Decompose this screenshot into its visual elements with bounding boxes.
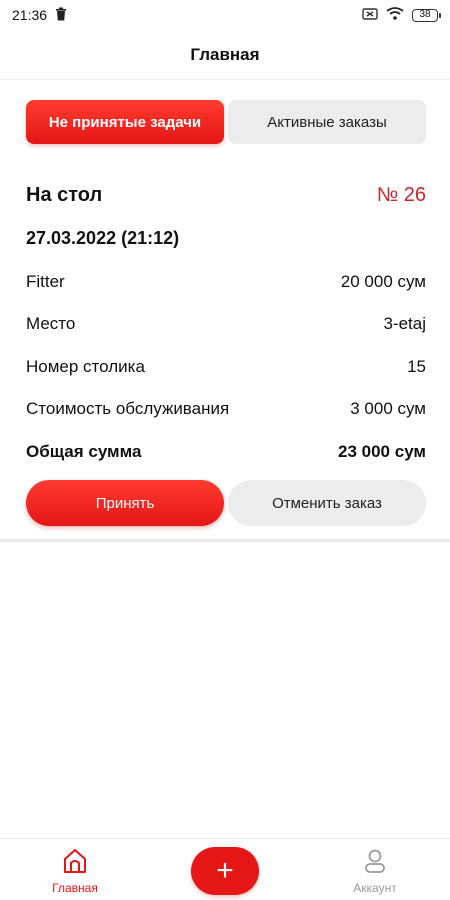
nav-home[interactable]: Главная bbox=[30, 847, 120, 895]
order-actions: Принять Отменить заказ bbox=[26, 480, 426, 526]
detail-label: Общая сумма bbox=[26, 442, 142, 461]
cancel-button-label: Отменить заказ bbox=[272, 494, 382, 512]
nav-account-label: Аккаунт bbox=[353, 881, 397, 895]
detail-row-total: Общая сумма 23 000 сум bbox=[26, 442, 426, 462]
page-title: Главная bbox=[190, 44, 260, 64]
cancel-order-button[interactable]: Отменить заказ bbox=[228, 480, 426, 526]
detail-label: Fitter bbox=[26, 272, 65, 291]
bottom-navigation: Главная + Аккаунт bbox=[0, 838, 450, 900]
nav-account[interactable]: Аккаунт bbox=[330, 847, 420, 895]
detail-label: Номер столика bbox=[26, 357, 145, 376]
plus-icon: + bbox=[216, 854, 234, 887]
home-icon bbox=[61, 847, 89, 878]
order-date-row: 27.03.2022 (21:12) bbox=[26, 228, 426, 249]
tab-label: Активные заказы bbox=[267, 113, 387, 131]
detail-value: 3 000 сум bbox=[350, 399, 426, 418]
detail-value: 3-etaj bbox=[383, 314, 426, 333]
accept-button[interactable]: Принять bbox=[26, 480, 224, 526]
detail-row-place: Место 3-etaj bbox=[26, 314, 426, 334]
wifi-icon bbox=[386, 7, 404, 23]
detail-row-item: Fitter 20 000 сум bbox=[26, 272, 426, 292]
user-icon bbox=[361, 847, 389, 878]
status-bar: 21:36 38 bbox=[0, 0, 450, 30]
order-card: На стол № 26 27.03.2022 (21:12) Fitter 2… bbox=[0, 160, 450, 542]
add-button[interactable]: + bbox=[191, 847, 259, 895]
order-number: № 26 bbox=[376, 184, 426, 206]
status-time: 21:36 bbox=[12, 7, 48, 23]
detail-label: Место bbox=[26, 314, 76, 333]
status-bar-right: 38 bbox=[362, 7, 441, 23]
detail-row-table-number: Номер столика 15 bbox=[26, 357, 426, 377]
order-title: На стол bbox=[26, 184, 103, 206]
sim-icon bbox=[362, 7, 378, 23]
app-bar: Главная bbox=[0, 30, 450, 80]
detail-value: 15 bbox=[407, 357, 426, 376]
battery-level: 38 bbox=[419, 9, 431, 20]
order-header: На стол № 26 bbox=[26, 184, 426, 207]
detail-value: 20 000 сум bbox=[340, 272, 426, 291]
battery-icon: 38 bbox=[412, 8, 441, 22]
nav-home-label: Главная bbox=[52, 881, 98, 895]
tab-label: Не принятые задачи bbox=[48, 113, 202, 131]
accept-button-label: Принять bbox=[95, 494, 155, 512]
order-date: 27.03.2022 (21:12) bbox=[26, 228, 180, 248]
tab-active-orders[interactable]: Активные заказы bbox=[228, 100, 426, 144]
tab-unaccepted-tasks[interactable]: Не принятые задачи bbox=[26, 100, 224, 144]
trash-icon bbox=[55, 7, 67, 24]
detail-value: 23 000 сум bbox=[338, 442, 426, 461]
tab-bar: Не принятые задачи Активные заказы bbox=[26, 100, 426, 144]
detail-label: Стоимость обслуживания bbox=[26, 399, 230, 418]
status-bar-left: 21:36 bbox=[12, 7, 67, 24]
detail-row-service-cost: Стоимость обслуживания 3 000 сум bbox=[26, 399, 426, 419]
